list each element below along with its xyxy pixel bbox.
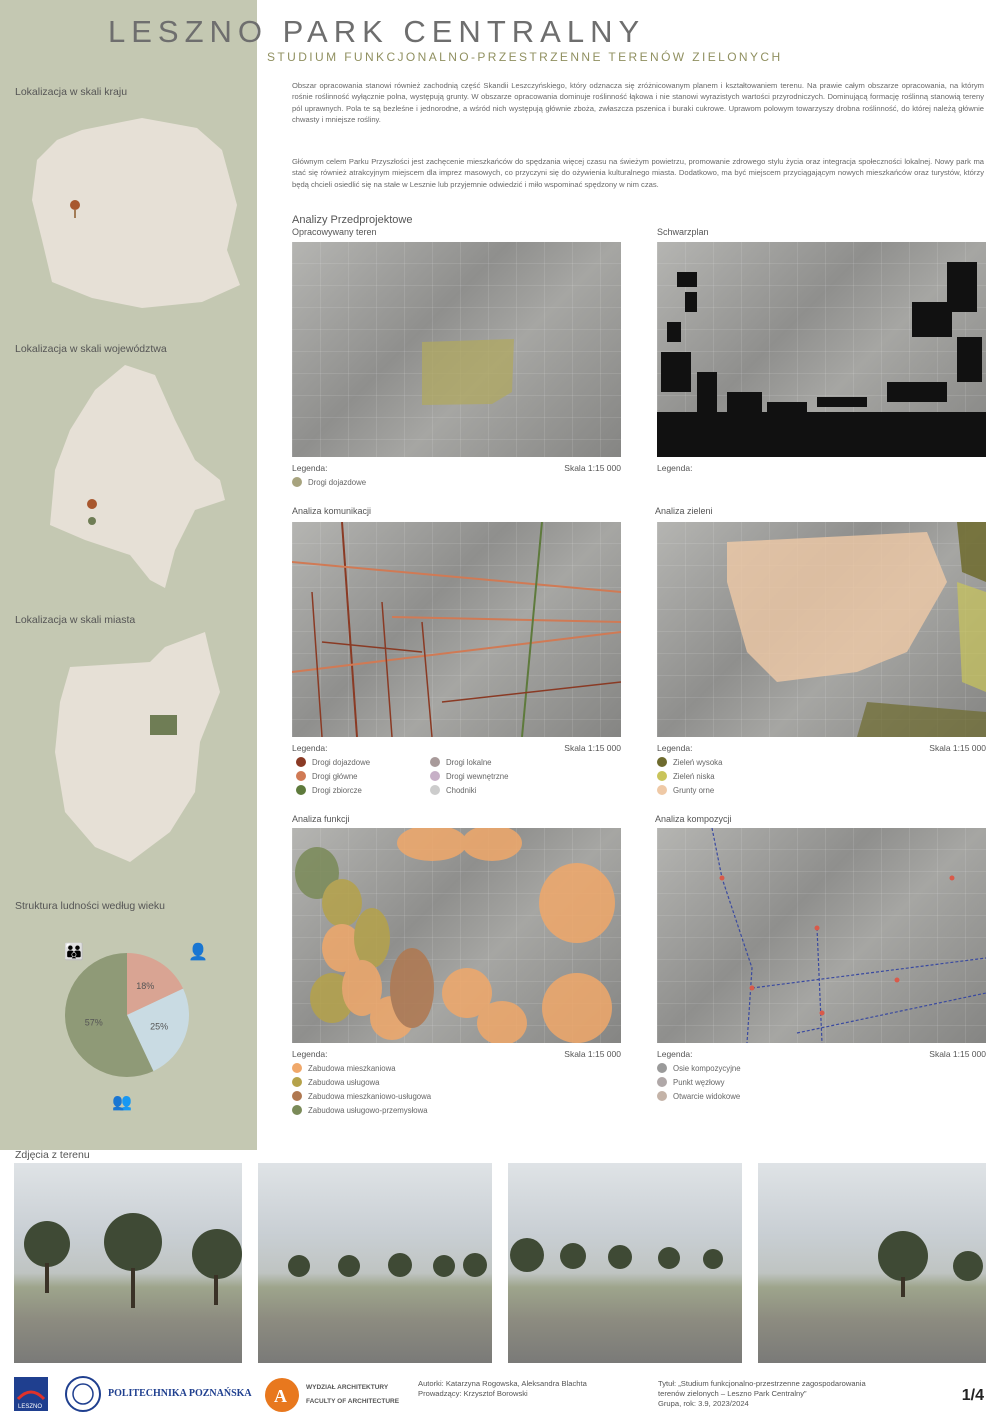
legend-item: Punkt węzłowy (657, 1077, 725, 1087)
authors: Autorki: Katarzyna Rogowska, Aleksandra … (418, 1379, 587, 1388)
faculty-name-en: FACULTY OF ARCHITECTURE (306, 1398, 400, 1405)
legend-head-p1: Legenda: (292, 463, 328, 473)
page-title: LESZNO PARK CENTRALNY (108, 14, 646, 49)
legend-item: Drogi lokalne (430, 757, 492, 767)
legend-head-p2: Legenda: (657, 463, 693, 473)
site-photo-4 (758, 1163, 986, 1363)
panel-title-composition: Analiza kompozycji (655, 814, 732, 824)
legend-item: Drogi dojazdowe (296, 757, 370, 767)
legend-item: Grunty orne (657, 785, 714, 795)
pie-slice-label: 57% (85, 1017, 103, 1027)
elderly-icon: 👤 (188, 942, 208, 961)
adults-icon: 👥 (112, 1094, 132, 1111)
scale-p6: Skala 1:15 000 (929, 1049, 986, 1059)
legend-item: Otwarcie widokowe (657, 1091, 740, 1101)
legend-item: Drogi główne (296, 771, 358, 781)
label-location-country: Lokalizacja w skali kraju (15, 86, 128, 98)
university-seal-logo (65, 1376, 101, 1412)
faculty-logo: A (265, 1378, 299, 1412)
panel-title-greenery: Analiza zieleni (655, 506, 713, 516)
label-location-voivodeship: Lokalizacja w skali województwa (15, 343, 167, 355)
voivodeship-map (50, 365, 225, 588)
legend-item: Zabudowa mieszkaniowo-usługowa (292, 1091, 431, 1101)
location-pin-country (70, 200, 80, 210)
poland-map (32, 118, 240, 308)
map-schwarzplan (657, 242, 986, 457)
pie-slice-label: 25% (150, 1022, 168, 1032)
legend-item: Osie kompozycyjne (657, 1063, 741, 1073)
label-location-city: Lokalizacja w skali miasta (15, 614, 136, 626)
svg-text:LESZNO: LESZNO (18, 1404, 42, 1410)
svg-text:A: A (274, 1386, 287, 1406)
label-age-structure: Struktura ludności według wieku (15, 900, 165, 912)
page-subtitle: STUDIUM FUNKCJONALNO-PRZESTRZENNE TERENÓ… (267, 50, 783, 64)
site-photo-3 (508, 1163, 742, 1363)
map-site-area (292, 242, 621, 457)
panel-title-transport: Analiza komunikacji (292, 506, 372, 516)
group-info: Grupa, rok: 3.9, 2023/2024 (658, 1399, 749, 1408)
legend-item: Zabudowa usługowo-przemysłowa (292, 1105, 428, 1115)
legend-item: Drogi dojazdowe (292, 477, 366, 487)
legend-item: Zabudowa mieszkaniowa (292, 1063, 396, 1073)
children-icon: 👪 (64, 942, 84, 961)
project-title-line1: Tytuł: „Studium funkcjonalno-przestrzenn… (658, 1379, 866, 1388)
panel-title-schwarzplan: Schwarzplan (657, 227, 709, 237)
legend-head-p5: Legenda: (292, 1049, 328, 1059)
legend-item: Drogi wewnętrzne (430, 771, 508, 781)
scale-p3: Skala 1:15 000 (564, 743, 621, 753)
photos-label: Zdjęcia z terenu (15, 1149, 90, 1161)
footer: LESZNO POLITECHNIKA POZNAŃSKA A WYDZIAŁ … (0, 1365, 1000, 1428)
page-number: 1/4 (961, 1387, 984, 1404)
panel-title-functions: Analiza funkcji (292, 814, 350, 824)
site-photo-1 (14, 1163, 242, 1363)
faculty-name-pl: WYDZIAŁ ARCHITEKTURY (306, 1384, 389, 1391)
map-greenery (657, 522, 986, 737)
legend-item: Zieleń wysoka (657, 757, 722, 767)
map-transport (292, 522, 621, 737)
supervisor: Prowadzący: Krzysztof Borowski (418, 1389, 528, 1398)
location-pin-voivodeship (87, 499, 97, 509)
university-name: POLITECHNIKA POZNAŃSKA (108, 1388, 252, 1399)
intro-paragraph-1: Obszar opracowania stanowi również zacho… (292, 81, 984, 125)
site-photo-2 (258, 1163, 492, 1363)
panel-title-site: Opracowywany teren (292, 227, 377, 237)
scale-p5: Skala 1:15 000 (564, 1049, 621, 1059)
park-area-marker (150, 715, 177, 735)
scale-p4: Skala 1:15 000 (929, 743, 986, 753)
map-composition (657, 828, 986, 1043)
map-functions (292, 828, 621, 1043)
pie-slice-label: 18% (136, 981, 154, 991)
project-title-line2: terenów zielonych – Leszno Park Centraln… (658, 1389, 807, 1398)
scale-p1: Skala 1:15 000 (564, 463, 621, 473)
city-map (55, 632, 220, 862)
age-pie-chart: 18% 25% 57% 👪 👤 👥 (64, 942, 208, 1111)
legend-item: Chodniki (430, 785, 476, 795)
analyses-heading: Analizy Przedprojektowe (292, 214, 413, 226)
legend-item: Drogi zbiorcze (296, 785, 362, 795)
leszno-logo: LESZNO (14, 1377, 48, 1411)
legend-head-p4: Legenda: (657, 743, 693, 753)
legend-item: Zabudowa usługowa (292, 1077, 380, 1087)
legend-head-p6: Legenda: (657, 1049, 693, 1059)
legend-head-p3: Legenda: (292, 743, 328, 753)
intro-paragraph-2: Głównym celem Parku Przyszłości jest zac… (292, 157, 984, 189)
legend-item: Zieleń niska (657, 771, 715, 781)
